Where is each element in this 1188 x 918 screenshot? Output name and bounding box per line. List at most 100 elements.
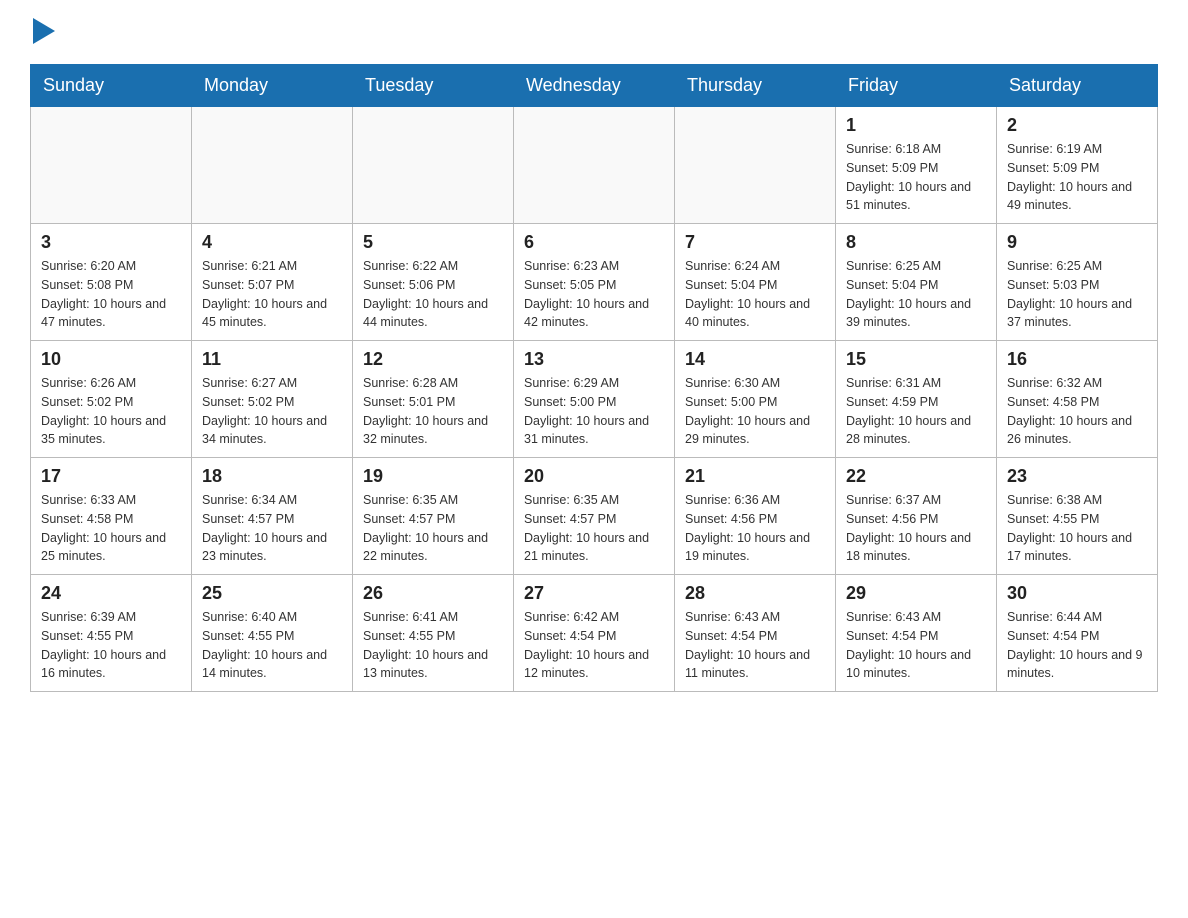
day-number: 3 bbox=[41, 232, 181, 253]
day-info: Sunrise: 6:43 AMSunset: 4:54 PMDaylight:… bbox=[685, 608, 825, 683]
day-number: 13 bbox=[524, 349, 664, 370]
calendar-cell: 17 Sunrise: 6:33 AMSunset: 4:58 PMDayligh… bbox=[31, 458, 192, 575]
day-info: Sunrise: 6:25 AMSunset: 5:03 PMDaylight:… bbox=[1007, 257, 1147, 332]
day-number: 22 bbox=[846, 466, 986, 487]
calendar-cell bbox=[192, 107, 353, 224]
day-number: 25 bbox=[202, 583, 342, 604]
logo-triangle-icon bbox=[33, 18, 55, 44]
calendar-cell: 15Sunrise: 6:31 AMSunset: 4:59 PMDayligh… bbox=[836, 341, 997, 458]
calendar-cell: 6 Sunrise: 6:23 AMSunset: 5:05 PMDaylight… bbox=[514, 224, 675, 341]
day-info: Sunrise: 6:34 AMSunset: 4:57 PMDaylight:… bbox=[202, 491, 342, 566]
day-info: Sunrise: 6:39 AMSunset: 4:55 PMDaylight:… bbox=[41, 608, 181, 683]
day-info: Sunrise: 6:29 AMSunset: 5:00 PMDaylight:… bbox=[524, 374, 664, 449]
day-info: Sunrise: 6:19 AMSunset: 5:09 PMDaylight:… bbox=[1007, 140, 1147, 215]
calendar-cell: 23 Sunrise: 6:38 AMSunset: 4:55 PMDayligh… bbox=[997, 458, 1158, 575]
day-number: 1 bbox=[846, 115, 986, 136]
day-number: 27 bbox=[524, 583, 664, 604]
day-info: Sunrise: 6:25 AMSunset: 5:04 PMDaylight:… bbox=[846, 257, 986, 332]
calendar-cell bbox=[675, 107, 836, 224]
day-number: 11 bbox=[202, 349, 342, 370]
logo-line1 bbox=[30, 20, 55, 44]
calendar-week-row: 24 Sunrise: 6:39 AMSunset: 4:55 PMDayligh… bbox=[31, 575, 1158, 692]
logo bbox=[30, 20, 55, 44]
day-number: 2 bbox=[1007, 115, 1147, 136]
calendar-cell: 5 Sunrise: 6:22 AMSunset: 5:06 PMDaylight… bbox=[353, 224, 514, 341]
page-header bbox=[30, 20, 1158, 44]
weekday-header-saturday: Saturday bbox=[997, 65, 1158, 107]
calendar-cell: 20 Sunrise: 6:35 AMSunset: 4:57 PMDayligh… bbox=[514, 458, 675, 575]
logo-wrapper bbox=[30, 20, 55, 44]
day-info: Sunrise: 6:32 AMSunset: 4:58 PMDaylight:… bbox=[1007, 374, 1147, 449]
day-number: 5 bbox=[363, 232, 503, 253]
day-number: 12 bbox=[363, 349, 503, 370]
weekday-header-sunday: Sunday bbox=[31, 65, 192, 107]
day-info: Sunrise: 6:30 AMSunset: 5:00 PMDaylight:… bbox=[685, 374, 825, 449]
day-number: 17 bbox=[41, 466, 181, 487]
calendar-cell: 9 Sunrise: 6:25 AMSunset: 5:03 PMDaylight… bbox=[997, 224, 1158, 341]
day-info: Sunrise: 6:20 AMSunset: 5:08 PMDaylight:… bbox=[41, 257, 181, 332]
weekday-header-friday: Friday bbox=[836, 65, 997, 107]
day-number: 18 bbox=[202, 466, 342, 487]
calendar-cell: 29Sunrise: 6:43 AMSunset: 4:54 PMDayligh… bbox=[836, 575, 997, 692]
calendar-cell bbox=[31, 107, 192, 224]
day-info: Sunrise: 6:24 AMSunset: 5:04 PMDaylight:… bbox=[685, 257, 825, 332]
day-info: Sunrise: 6:33 AMSunset: 4:58 PMDaylight:… bbox=[41, 491, 181, 566]
calendar-cell: 14 Sunrise: 6:30 AMSunset: 5:00 PMDayligh… bbox=[675, 341, 836, 458]
day-number: 19 bbox=[363, 466, 503, 487]
calendar-cell: 21Sunrise: 6:36 AMSunset: 4:56 PMDayligh… bbox=[675, 458, 836, 575]
calendar-cell: 13 Sunrise: 6:29 AMSunset: 5:00 PMDayligh… bbox=[514, 341, 675, 458]
calendar-cell: 2 Sunrise: 6:19 AMSunset: 5:09 PMDaylight… bbox=[997, 107, 1158, 224]
day-info: Sunrise: 6:26 AMSunset: 5:02 PMDaylight:… bbox=[41, 374, 181, 449]
day-info: Sunrise: 6:21 AMSunset: 5:07 PMDaylight:… bbox=[202, 257, 342, 332]
day-number: 6 bbox=[524, 232, 664, 253]
day-info: Sunrise: 6:18 AMSunset: 5:09 PMDaylight:… bbox=[846, 140, 986, 215]
calendar-cell: 16 Sunrise: 6:32 AMSunset: 4:58 PMDayligh… bbox=[997, 341, 1158, 458]
day-number: 20 bbox=[524, 466, 664, 487]
day-info: Sunrise: 6:43 AMSunset: 4:54 PMDaylight:… bbox=[846, 608, 986, 683]
calendar-cell: 4 Sunrise: 6:21 AMSunset: 5:07 PMDaylight… bbox=[192, 224, 353, 341]
calendar-cell: 24 Sunrise: 6:39 AMSunset: 4:55 PMDayligh… bbox=[31, 575, 192, 692]
calendar-cell: 18 Sunrise: 6:34 AMSunset: 4:57 PMDayligh… bbox=[192, 458, 353, 575]
day-info: Sunrise: 6:28 AMSunset: 5:01 PMDaylight:… bbox=[363, 374, 503, 449]
calendar-cell: 27Sunrise: 6:42 AMSunset: 4:54 PMDayligh… bbox=[514, 575, 675, 692]
day-info: Sunrise: 6:40 AMSunset: 4:55 PMDaylight:… bbox=[202, 608, 342, 683]
day-info: Sunrise: 6:35 AMSunset: 4:57 PMDaylight:… bbox=[363, 491, 503, 566]
day-info: Sunrise: 6:38 AMSunset: 4:55 PMDaylight:… bbox=[1007, 491, 1147, 566]
day-info: Sunrise: 6:41 AMSunset: 4:55 PMDaylight:… bbox=[363, 608, 503, 683]
calendar-cell: 22Sunrise: 6:37 AMSunset: 4:56 PMDayligh… bbox=[836, 458, 997, 575]
day-number: 28 bbox=[685, 583, 825, 604]
day-number: 26 bbox=[363, 583, 503, 604]
day-number: 14 bbox=[685, 349, 825, 370]
calendar-cell: 1 Sunrise: 6:18 AMSunset: 5:09 PMDaylight… bbox=[836, 107, 997, 224]
day-number: 7 bbox=[685, 232, 825, 253]
calendar-cell bbox=[353, 107, 514, 224]
weekday-header-wednesday: Wednesday bbox=[514, 65, 675, 107]
day-number: 23 bbox=[1007, 466, 1147, 487]
day-number: 8 bbox=[846, 232, 986, 253]
calendar-cell: 11Sunrise: 6:27 AMSunset: 5:02 PMDayligh… bbox=[192, 341, 353, 458]
day-number: 30 bbox=[1007, 583, 1147, 604]
calendar-week-row: 1 Sunrise: 6:18 AMSunset: 5:09 PMDaylight… bbox=[31, 107, 1158, 224]
day-number: 24 bbox=[41, 583, 181, 604]
day-info: Sunrise: 6:22 AMSunset: 5:06 PMDaylight:… bbox=[363, 257, 503, 332]
day-number: 15 bbox=[846, 349, 986, 370]
day-info: Sunrise: 6:44 AMSunset: 4:54 PMDaylight:… bbox=[1007, 608, 1147, 683]
calendar-header: SundayMondayTuesdayWednesdayThursdayFrid… bbox=[31, 65, 1158, 107]
calendar-cell: 8 Sunrise: 6:25 AMSunset: 5:04 PMDaylight… bbox=[836, 224, 997, 341]
day-number: 4 bbox=[202, 232, 342, 253]
weekday-header-row: SundayMondayTuesdayWednesdayThursdayFrid… bbox=[31, 65, 1158, 107]
calendar-body: 1 Sunrise: 6:18 AMSunset: 5:09 PMDaylight… bbox=[31, 107, 1158, 692]
calendar-cell: 10Sunrise: 6:26 AMSunset: 5:02 PMDayligh… bbox=[31, 341, 192, 458]
day-number: 9 bbox=[1007, 232, 1147, 253]
day-info: Sunrise: 6:35 AMSunset: 4:57 PMDaylight:… bbox=[524, 491, 664, 566]
day-info: Sunrise: 6:23 AMSunset: 5:05 PMDaylight:… bbox=[524, 257, 664, 332]
calendar-week-row: 17 Sunrise: 6:33 AMSunset: 4:58 PMDayligh… bbox=[31, 458, 1158, 575]
calendar-cell: 12 Sunrise: 6:28 AMSunset: 5:01 PMDayligh… bbox=[353, 341, 514, 458]
weekday-header-monday: Monday bbox=[192, 65, 353, 107]
weekday-header-thursday: Thursday bbox=[675, 65, 836, 107]
calendar-cell: 3 Sunrise: 6:20 AMSunset: 5:08 PMDaylight… bbox=[31, 224, 192, 341]
calendar-cell: 28 Sunrise: 6:43 AMSunset: 4:54 PMDayligh… bbox=[675, 575, 836, 692]
calendar-week-row: 10Sunrise: 6:26 AMSunset: 5:02 PMDayligh… bbox=[31, 341, 1158, 458]
calendar-cell: 25 Sunrise: 6:40 AMSunset: 4:55 PMDayligh… bbox=[192, 575, 353, 692]
day-number: 16 bbox=[1007, 349, 1147, 370]
